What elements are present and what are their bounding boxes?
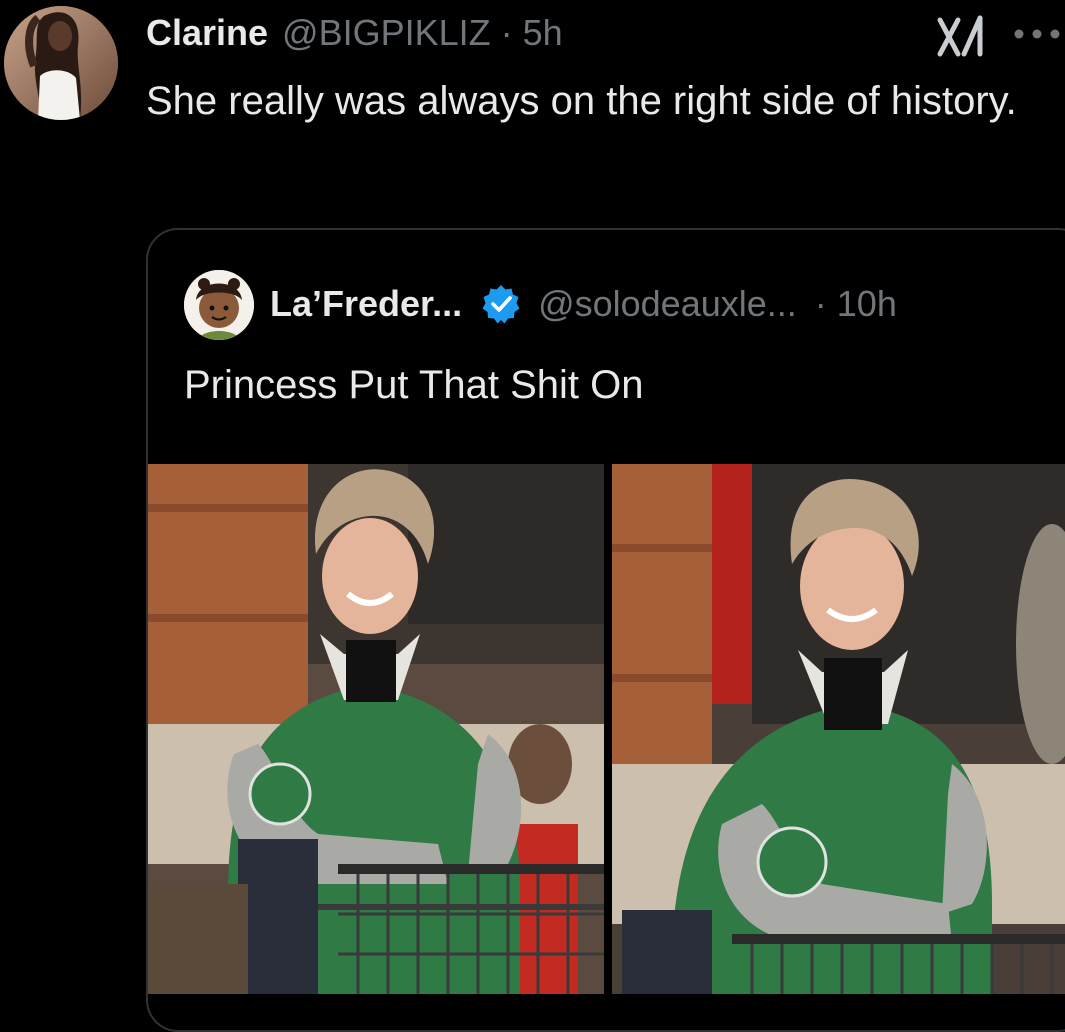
author-avatar[interactable]: [4, 6, 118, 120]
quoted-media-photo-2[interactable]: [612, 464, 1065, 994]
more-options-icon[interactable]: [1010, 22, 1065, 46]
quoted-author-avatar[interactable]: [184, 270, 254, 340]
quoted-author-handle[interactable]: @solodeauxle...: [538, 283, 797, 325]
quoted-media-photo-1[interactable]: [148, 464, 604, 994]
grok-icon[interactable]: [936, 14, 988, 58]
header-separator: ·: [500, 12, 513, 53]
author-name[interactable]: Clarine: [146, 12, 268, 54]
quoted-tweet-header: La’Freder... @solodeauxle... · 10h: [270, 280, 897, 328]
tweet-text: She really was always on the right side …: [146, 79, 1017, 123]
quoted-tweet-card[interactable]: La’Freder... @solodeauxle... · 10h Princ…: [146, 228, 1065, 1032]
quoted-author-name[interactable]: La’Freder...: [270, 283, 462, 325]
quoted-header-separator: ·: [814, 283, 827, 324]
tweet-header: Clarine @BIGPIKLIZ · 5h: [146, 10, 563, 56]
author-handle[interactable]: @BIGPIKLIZ: [282, 12, 491, 54]
quoted-tweet-timestamp[interactable]: 10h: [837, 283, 897, 325]
tweet-timestamp[interactable]: 5h: [523, 12, 563, 54]
verified-badge-icon: [480, 283, 522, 325]
quoted-tweet-text: Princess Put That Shit On: [184, 363, 644, 407]
